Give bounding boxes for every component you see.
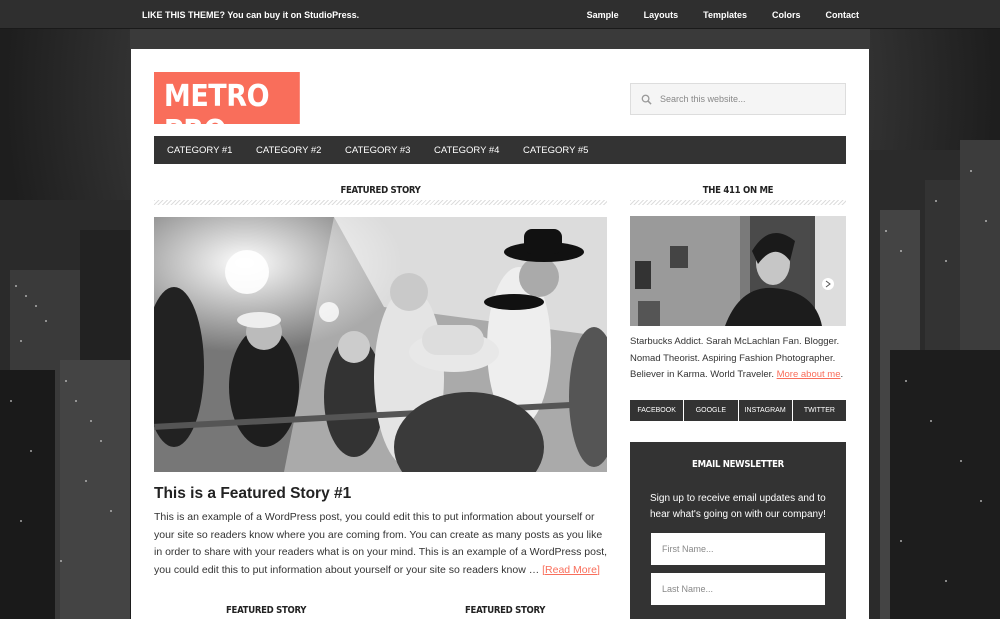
featured-section-title-text: FEATURED STORY xyxy=(340,185,421,196)
top-bar: LIKE THIS THEME? You can buy it on Studi… xyxy=(0,0,1000,29)
top-nav: Sample Layouts Templates Colors Contact xyxy=(562,10,859,20)
featured-image[interactable] xyxy=(154,217,607,472)
title-stripe xyxy=(630,200,846,205)
category-item-1[interactable]: CATEGORY #1 xyxy=(154,145,243,156)
search-input[interactable] xyxy=(660,94,830,104)
top-nav-templates[interactable]: Templates xyxy=(703,10,747,20)
category-item-5[interactable]: CATEGORY #5 xyxy=(510,145,599,156)
newsletter-title: EMAIL NEWSLETTER xyxy=(692,459,784,470)
site-container: METRO PRO CATEGORY #1 CATEGORY #2 CATEGO… xyxy=(131,49,869,619)
social-twitter-link[interactable]: TWITTER xyxy=(793,400,846,421)
about-text-end: . xyxy=(840,369,844,380)
magnifier-icon xyxy=(641,94,652,105)
about-section-title-text: THE 411 ON ME xyxy=(702,185,774,196)
about-section-title: THE 411 ON ME xyxy=(630,185,846,205)
about-photo xyxy=(630,216,846,326)
post-excerpt-text: This is an example of a WordPress post, … xyxy=(154,511,608,576)
social-google-link[interactable]: GOOGLE xyxy=(684,400,739,421)
read-more-link[interactable]: [Read More] xyxy=(542,564,600,576)
social-facebook-link[interactable]: FACEBOOK xyxy=(630,400,685,421)
post-title[interactable]: This is a Featured Story #1 xyxy=(154,485,351,503)
category-item-4[interactable]: CATEGORY #4 xyxy=(421,145,510,156)
featured-section-title: FEATURED STORY xyxy=(154,185,607,205)
post-excerpt: This is an example of a WordPress post, … xyxy=(154,509,609,579)
top-nav-sample[interactable]: Sample xyxy=(587,10,619,20)
newsletter-widget: EMAIL NEWSLETTER Sign up to receive emai… xyxy=(630,442,846,619)
site-logo[interactable]: METRO PRO xyxy=(154,72,300,149)
top-nav-colors[interactable]: Colors xyxy=(772,10,801,20)
category-nav: CATEGORY #1 CATEGORY #2 CATEGORY #3 CATE… xyxy=(154,136,846,164)
last-name-field[interactable] xyxy=(651,573,825,605)
social-links: FACEBOOK GOOGLE INSTAGRAM TWITTER xyxy=(630,400,846,421)
sub-featured-title-1: FEATURED STORY xyxy=(226,605,307,616)
sub-featured-title-2: FEATURED STORY xyxy=(465,605,546,616)
top-nav-layouts[interactable]: Layouts xyxy=(644,10,679,20)
search-box[interactable] xyxy=(630,83,846,115)
more-about-me-link[interactable]: More about me xyxy=(777,369,841,380)
social-instagram-link[interactable]: INSTAGRAM xyxy=(739,400,793,421)
category-item-2[interactable]: CATEGORY #2 xyxy=(243,145,332,156)
top-nav-contact[interactable]: Contact xyxy=(826,10,860,20)
about-text: Starbucks Addict. Sarah McLachlan Fan. B… xyxy=(630,334,846,384)
newsletter-text: Sign up to receive email updates and to … xyxy=(650,493,826,520)
title-stripe xyxy=(154,200,607,205)
promo-text[interactable]: LIKE THIS THEME? You can buy it on Studi… xyxy=(142,10,359,20)
first-name-field[interactable] xyxy=(651,533,825,565)
category-item-3[interactable]: CATEGORY #3 xyxy=(332,145,421,156)
